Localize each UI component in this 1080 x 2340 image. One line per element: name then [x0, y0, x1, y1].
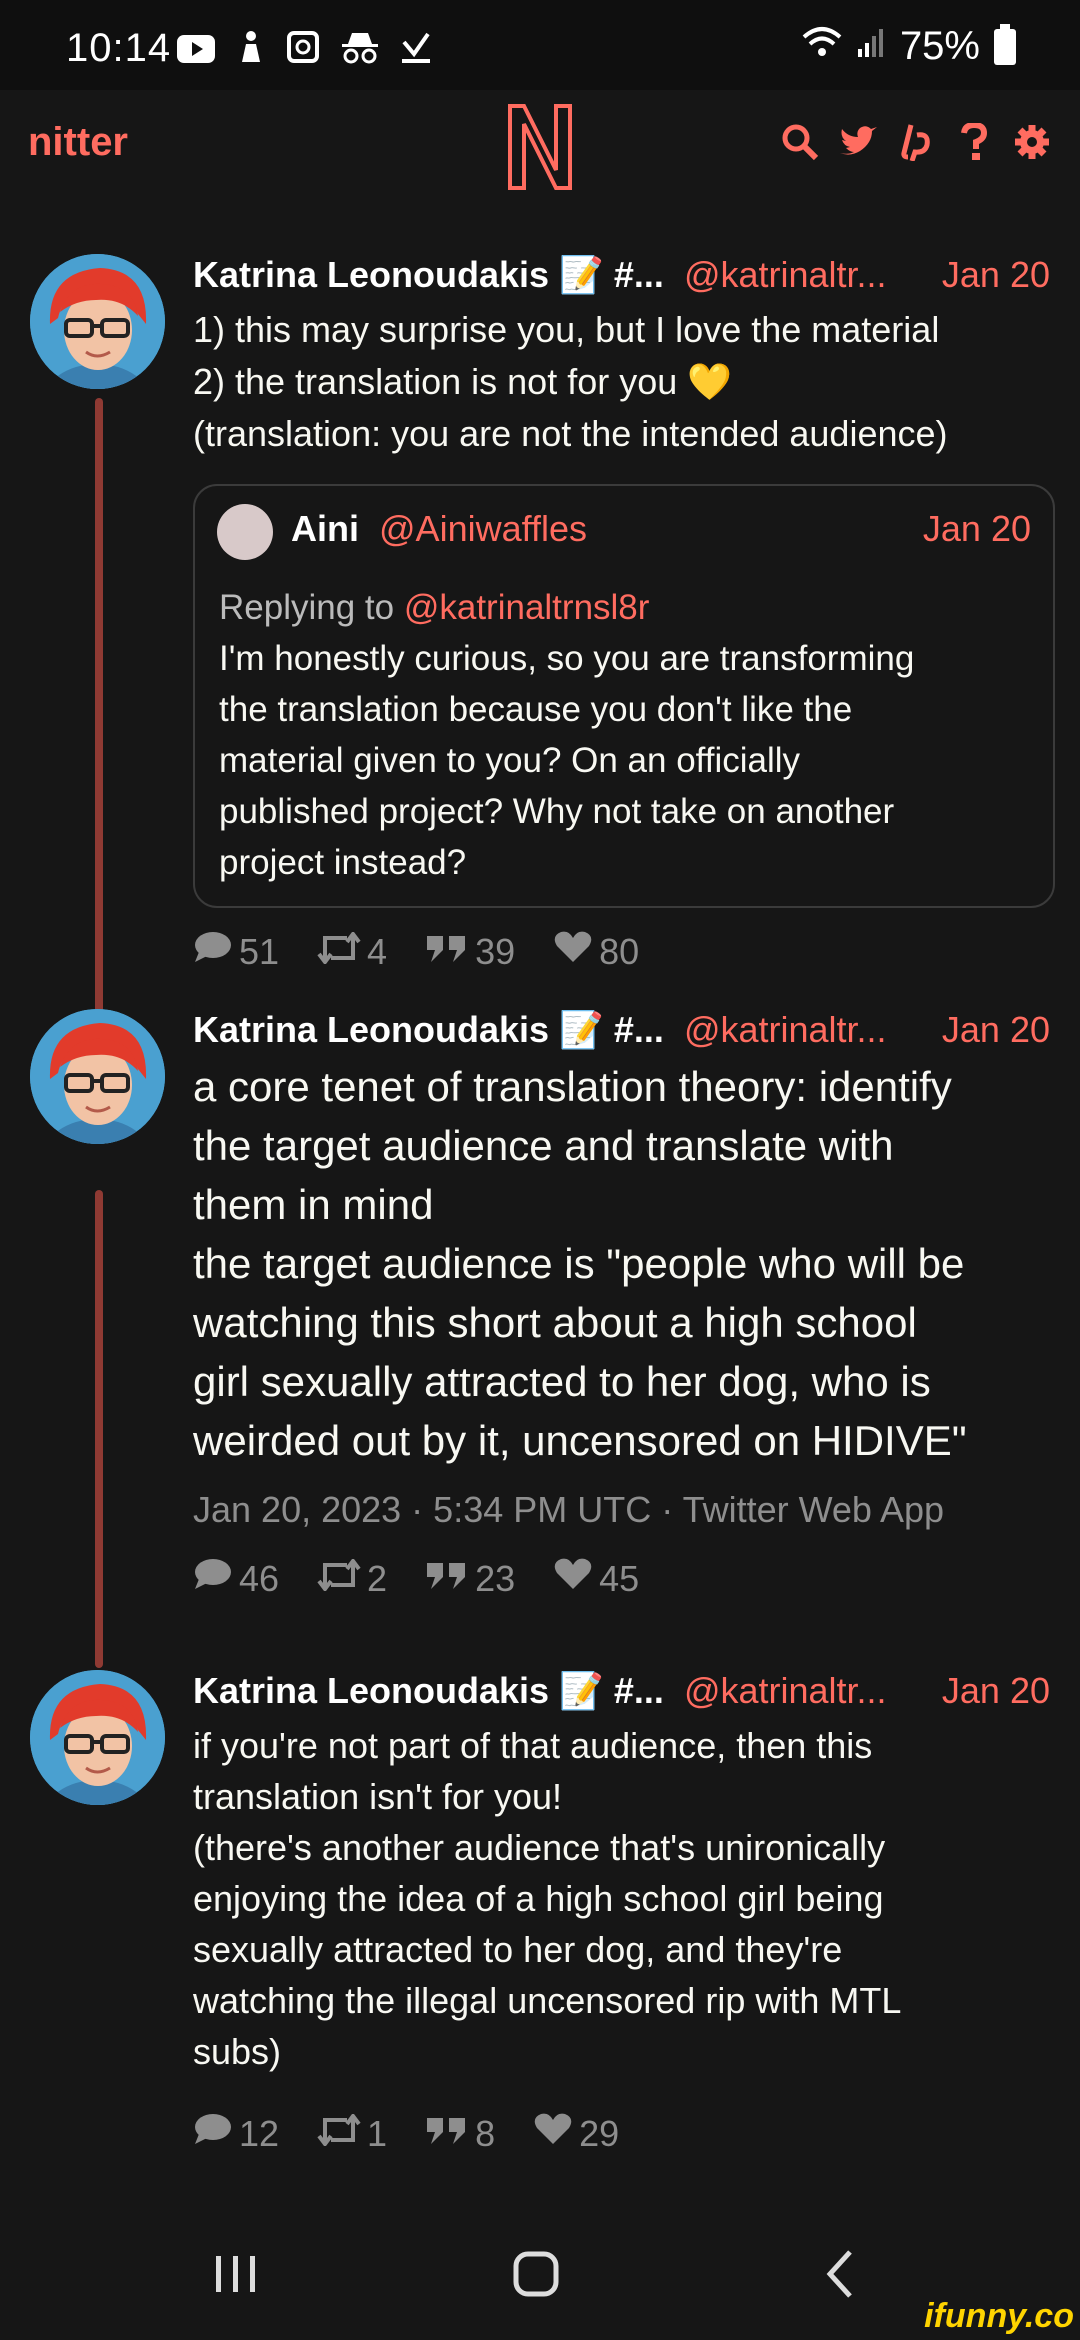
tweet-text: 1) this may surprise you, but I love the…	[193, 309, 948, 454]
tweet-header: Katrina Leonoudakis 📝 #... @katrinaltr..…	[193, 1009, 887, 1051]
tweet-stats: 12 1 8 29	[193, 2112, 619, 2155]
gesture-icon	[236, 28, 266, 74]
settings-gear-icon[interactable]	[1012, 122, 1052, 162]
tweet-date[interactable]: Jan 20	[942, 1670, 1050, 1712]
tweet-text: a core tenet of translation theory: iden…	[193, 1063, 967, 1464]
tweet-header: Katrina Leonoudakis 📝 #... @katrinaltr..…	[193, 254, 887, 296]
status-time: 10:14	[66, 26, 172, 70]
tweet-meta: Jan 20, 2023 · 5:34 PM UTC · Twitter Web…	[193, 1489, 945, 1530]
retweet-stat[interactable]: 1	[317, 2112, 387, 2155]
retweet-icon	[317, 1557, 361, 1600]
comment-icon	[193, 1557, 233, 1600]
heart-icon	[533, 2112, 573, 2155]
quote-stat[interactable]: 23	[425, 1558, 515, 1600]
search-icon[interactable]	[780, 122, 820, 162]
incognito-icon	[340, 29, 380, 74]
quote-icon	[425, 931, 469, 973]
back-icon[interactable]	[800, 2244, 880, 2304]
heart-icon	[553, 1557, 593, 1600]
top-navbar: nitter	[0, 90, 1080, 216]
retweet-icon	[317, 2112, 361, 2155]
tweet-stats: 46 2 23 45	[193, 1557, 639, 1600]
quote-body: Replying to @katrinaltrnsl8r I'm honestl…	[219, 582, 1023, 888]
thread-connector	[95, 1190, 103, 1668]
home-icon[interactable]	[496, 2244, 576, 2304]
tweet-author-handle[interactable]: @katrinaltr...	[684, 254, 887, 295]
status-right: 75%	[802, 23, 1016, 69]
tweet-author-suffix: 📝 #...	[559, 1009, 664, 1050]
tweet-author-name[interactable]: Katrina Leonoudakis	[193, 254, 549, 295]
twitter-bird-icon[interactable]	[838, 122, 878, 162]
timeline: Katrina Leonoudakis 📝 #... @katrinaltr..…	[0, 216, 1080, 2216]
heart-icon	[553, 930, 593, 973]
avatar[interactable]	[30, 1670, 165, 1805]
tweet-author-handle[interactable]: @katrinaltr...	[684, 1670, 887, 1711]
notification-icons	[176, 28, 432, 74]
like-stat[interactable]: 80	[553, 930, 639, 973]
quote-header: Aini @Ainiwaffles	[291, 508, 587, 550]
comment-icon	[193, 2112, 233, 2155]
tweet-author-handle[interactable]: @katrinaltr...	[684, 1009, 887, 1050]
nav-icons	[780, 122, 1052, 162]
watermark: ifunny.co	[924, 2297, 1074, 2335]
liberapay-icon[interactable]	[896, 122, 936, 162]
download-icon	[400, 29, 432, 74]
help-icon[interactable]	[954, 122, 994, 162]
tweet-author-suffix: 📝 #...	[559, 254, 664, 295]
quote-date[interactable]: Jan 20	[923, 508, 1031, 550]
retweet-icon	[317, 930, 361, 973]
recent-apps-icon[interactable]	[196, 2244, 276, 2304]
youtube-icon	[176, 29, 216, 74]
like-stat[interactable]: 29	[533, 2112, 619, 2155]
quoted-tweet[interactable]: Aini @Ainiwaffles Jan 20 Replying to @ka…	[193, 484, 1055, 908]
comment-icon	[193, 930, 233, 973]
replying-to-label: Replying to	[219, 588, 404, 627]
avatar[interactable]	[30, 254, 165, 389]
quote-icon	[425, 2113, 469, 2155]
tweet-text: if you're not part of that audience, the…	[193, 1725, 902, 2072]
avatar[interactable]	[30, 1009, 165, 1144]
tweet-author-suffix: 📝 #...	[559, 1670, 664, 1711]
tweet-author-name[interactable]: Katrina Leonoudakis	[193, 1670, 549, 1711]
reply-stat[interactable]: 51	[193, 930, 279, 973]
tweet-date[interactable]: Jan 20	[942, 1009, 1050, 1051]
like-stat[interactable]: 45	[553, 1557, 639, 1600]
quote-avatar[interactable]	[217, 504, 273, 560]
quote-stat[interactable]: 8	[425, 2113, 495, 2155]
replying-to-handle[interactable]: @katrinaltrnsl8r	[404, 588, 650, 627]
alarm-icon	[286, 29, 320, 74]
quote-stat[interactable]: 39	[425, 931, 515, 973]
battery-icon	[994, 23, 1016, 65]
system-nav-bar: ifunny.co	[0, 2208, 1080, 2340]
reply-stat[interactable]: 12	[193, 2112, 279, 2155]
tweet-author-name[interactable]: Katrina Leonoudakis	[193, 1009, 549, 1050]
signal-icon	[856, 24, 886, 69]
nitter-logo[interactable]	[504, 100, 576, 192]
quote-icon	[425, 1558, 469, 1600]
brand-link[interactable]: nitter	[28, 120, 128, 165]
tweet-date[interactable]: Jan 20	[942, 254, 1050, 296]
status-bar: 10:14 75%	[0, 0, 1080, 90]
quote-author-name[interactable]: Aini	[291, 508, 359, 549]
retweet-stat[interactable]: 2	[317, 1557, 387, 1600]
tweet-header: Katrina Leonoudakis 📝 #... @katrinaltr..…	[193, 1670, 887, 1712]
wifi-icon	[802, 24, 842, 69]
reply-stat[interactable]: 46	[193, 1557, 279, 1600]
quote-author-handle[interactable]: @Ainiwaffles	[379, 508, 587, 549]
quote-text: I'm honestly curious, so you are transfo…	[219, 639, 915, 882]
battery-percent: 75%	[899, 24, 980, 68]
thread-connector	[95, 398, 103, 1028]
retweet-stat[interactable]: 4	[317, 930, 387, 973]
tweet-stats: 51 4 39 80	[193, 930, 639, 973]
